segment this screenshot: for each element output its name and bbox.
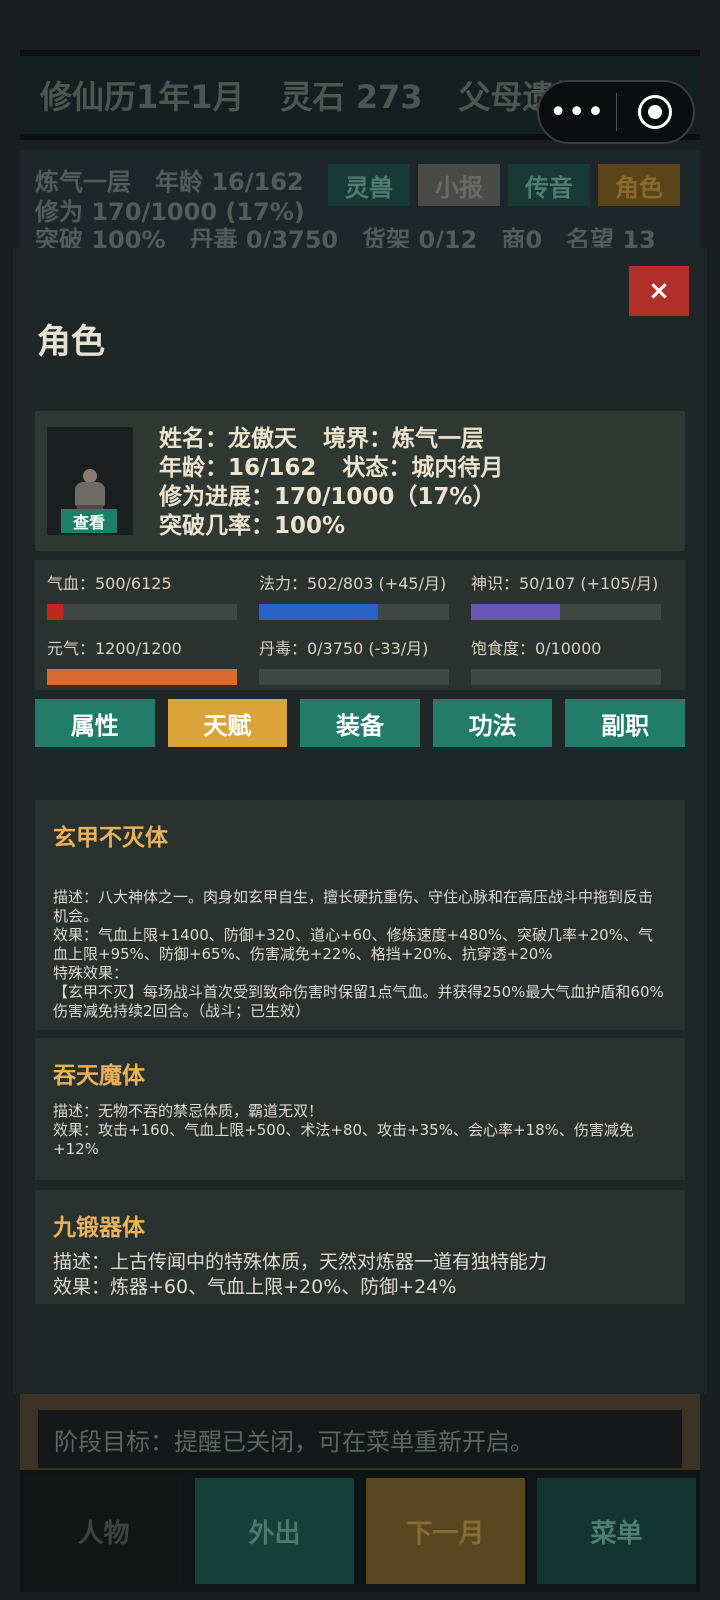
stat-hp: 气血：500/6125 bbox=[47, 570, 237, 620]
spirit-stones: 灵石 273 bbox=[280, 78, 423, 116]
tab-techniques[interactable]: 功法 bbox=[432, 699, 553, 747]
modal-title: 角色 bbox=[37, 322, 105, 362]
talent-name: 玄甲不灭体 bbox=[53, 825, 168, 851]
stat-label: 神识：50/107 (+105/月) bbox=[471, 574, 659, 593]
nav-menu-button[interactable]: 菜单 bbox=[537, 1478, 696, 1584]
bottom-nav: 人物 外出 下一月 菜单 bbox=[20, 1470, 700, 1592]
stat-label: 饱食度：0/10000 bbox=[471, 639, 602, 658]
stat-label: 元气：1200/1200 bbox=[47, 639, 182, 658]
stat-track bbox=[47, 604, 237, 620]
stat-track bbox=[259, 604, 449, 620]
tag-message[interactable]: 传音 bbox=[508, 164, 590, 206]
close-button[interactable]: × bbox=[629, 266, 689, 316]
nav-next-month-button[interactable]: 下一月 bbox=[366, 1478, 525, 1584]
status-panel: 炼气一层 年龄 16/162 修为 170/1000 (17%) 突破 100%… bbox=[20, 150, 700, 254]
stat-track bbox=[471, 604, 661, 620]
talent-description: 描述：上古传闻中的特殊体质，天然对炼器一道有独特能力 bbox=[53, 1251, 548, 1273]
character-tabs: 属性 天赋 装备 功法 副职 bbox=[35, 699, 685, 747]
char-name: 姓名：龙傲天 bbox=[159, 426, 297, 452]
stat-track bbox=[47, 669, 237, 685]
status-tags: 灵兽 小报 传音 角色 bbox=[328, 164, 680, 206]
stat-pill-toxicity: 丹毒：0/3750 (-33/月) bbox=[259, 635, 449, 685]
avatar[interactable]: 查看 bbox=[47, 427, 133, 535]
tag-news[interactable]: 小报 bbox=[418, 164, 500, 206]
talent-description: 描述：八大神体之一。肉身如玄甲自生，擅长硬抗重伤、守住心脉和在高压战斗中拖到反击… bbox=[53, 888, 654, 925]
talent-effect: 效果：攻击+160、气血上限+500、术法+80、攻击+35%、会心率+18%、… bbox=[53, 1121, 634, 1158]
talent-card: 吞天魔体 描述：无物不吞的禁忌体质，霸道无双！ 效果：攻击+160、气血上限+5… bbox=[35, 1038, 685, 1180]
stat-spirit-sense: 神识：50/107 (+105/月) bbox=[471, 570, 661, 620]
talent-description: 描述：无物不吞的禁忌体质，霸道无双！ bbox=[53, 1102, 324, 1120]
talent-special-label: 特殊效果： bbox=[53, 964, 129, 982]
more-icon[interactable]: ••• bbox=[539, 95, 616, 130]
stat-fill bbox=[47, 669, 237, 685]
stat-track bbox=[471, 669, 661, 685]
view-avatar-button[interactable]: 查看 bbox=[61, 509, 117, 533]
stat-fill bbox=[259, 604, 378, 620]
stat-label: 法力：502/803 (+45/月) bbox=[259, 574, 447, 593]
char-age: 年龄：16/162 bbox=[159, 455, 317, 481]
talent-card: 九锻器体 描述：上古传闻中的特殊体质，天然对炼器一道有独特能力 效果：炼器+60… bbox=[35, 1190, 685, 1304]
stat-fill bbox=[471, 604, 560, 620]
stat-fill bbox=[47, 604, 63, 620]
tab-attributes[interactable]: 属性 bbox=[35, 699, 155, 747]
miniprogram-capsule: ••• bbox=[537, 80, 695, 144]
talent-effect: 效果：气血上限+1400、防御+320、道心+60、修炼速度+480%、突破几率… bbox=[53, 926, 653, 963]
cultivation-progress: 修为进展：170/1000（17%） bbox=[159, 484, 496, 510]
breakthrough-rate: 突破几率：100% bbox=[159, 513, 346, 539]
talent-card: 玄甲不灭体 描述：八大神体之一。肉身如玄甲自生，擅长硬抗重伤、守住心脉和在高压战… bbox=[35, 800, 685, 1030]
nav-go-out-button[interactable]: 外出 bbox=[195, 1478, 354, 1584]
close-miniprogram-icon[interactable] bbox=[617, 95, 694, 129]
stat-label: 气血：500/6125 bbox=[47, 574, 172, 593]
stat-mana: 法力：502/803 (+45/月) bbox=[259, 570, 449, 620]
nav-character-button[interactable]: 人物 bbox=[24, 1478, 183, 1584]
profile-info: 姓名：龙傲天 境界：炼气一层 年龄：16/162 状态：城内待月 修为进展：170/… bbox=[159, 425, 503, 541]
game-date: 修仙历1年1月 bbox=[40, 78, 245, 116]
tab-talents[interactable]: 天赋 bbox=[167, 699, 288, 747]
stage-goal: 阶段目标：提醒已关闭，可在菜单重新开启。 bbox=[38, 1410, 682, 1468]
talent-name: 吞天魔体 bbox=[53, 1063, 145, 1089]
stats-panel: 气血：500/6125 法力：502/803 (+45/月) 神识：50/107… bbox=[35, 560, 685, 690]
talent-name: 九锻器体 bbox=[53, 1215, 145, 1241]
avatar-figure bbox=[83, 469, 97, 483]
tab-side-jobs[interactable]: 副职 bbox=[565, 699, 685, 747]
stat-track bbox=[259, 669, 449, 685]
talent-effect: 效果：炼器+60、气血上限+20%、防御+24% bbox=[53, 1276, 457, 1298]
tag-spirit-beast[interactable]: 灵兽 bbox=[328, 164, 410, 206]
tab-equipment[interactable]: 装备 bbox=[300, 699, 420, 747]
profile-panel: 查看 姓名：龙傲天 境界：炼气一层 年龄：16/162 状态：城内待月 修为进展：1… bbox=[35, 411, 685, 551]
stat-vital-qi: 元气：1200/1200 bbox=[47, 635, 237, 685]
character-modal: × 角色 查看 姓名：龙傲天 境界：炼气一层 年龄：16/162 状态：城内待月 修… bbox=[13, 248, 707, 1394]
stat-satiety: 饱食度：0/10000 bbox=[471, 635, 661, 685]
char-state: 状态：城内待月 bbox=[342, 455, 504, 481]
char-realm: 境界：炼气一层 bbox=[323, 426, 484, 452]
talent-special-effect: 【玄甲不灭】每场战斗首次受到致命伤害时保留1点气血。并获得250%最大气血护盾和… bbox=[53, 983, 664, 1020]
stat-label: 丹毒：0/3750 (-33/月) bbox=[259, 639, 429, 658]
tag-character[interactable]: 角色 bbox=[598, 164, 680, 206]
